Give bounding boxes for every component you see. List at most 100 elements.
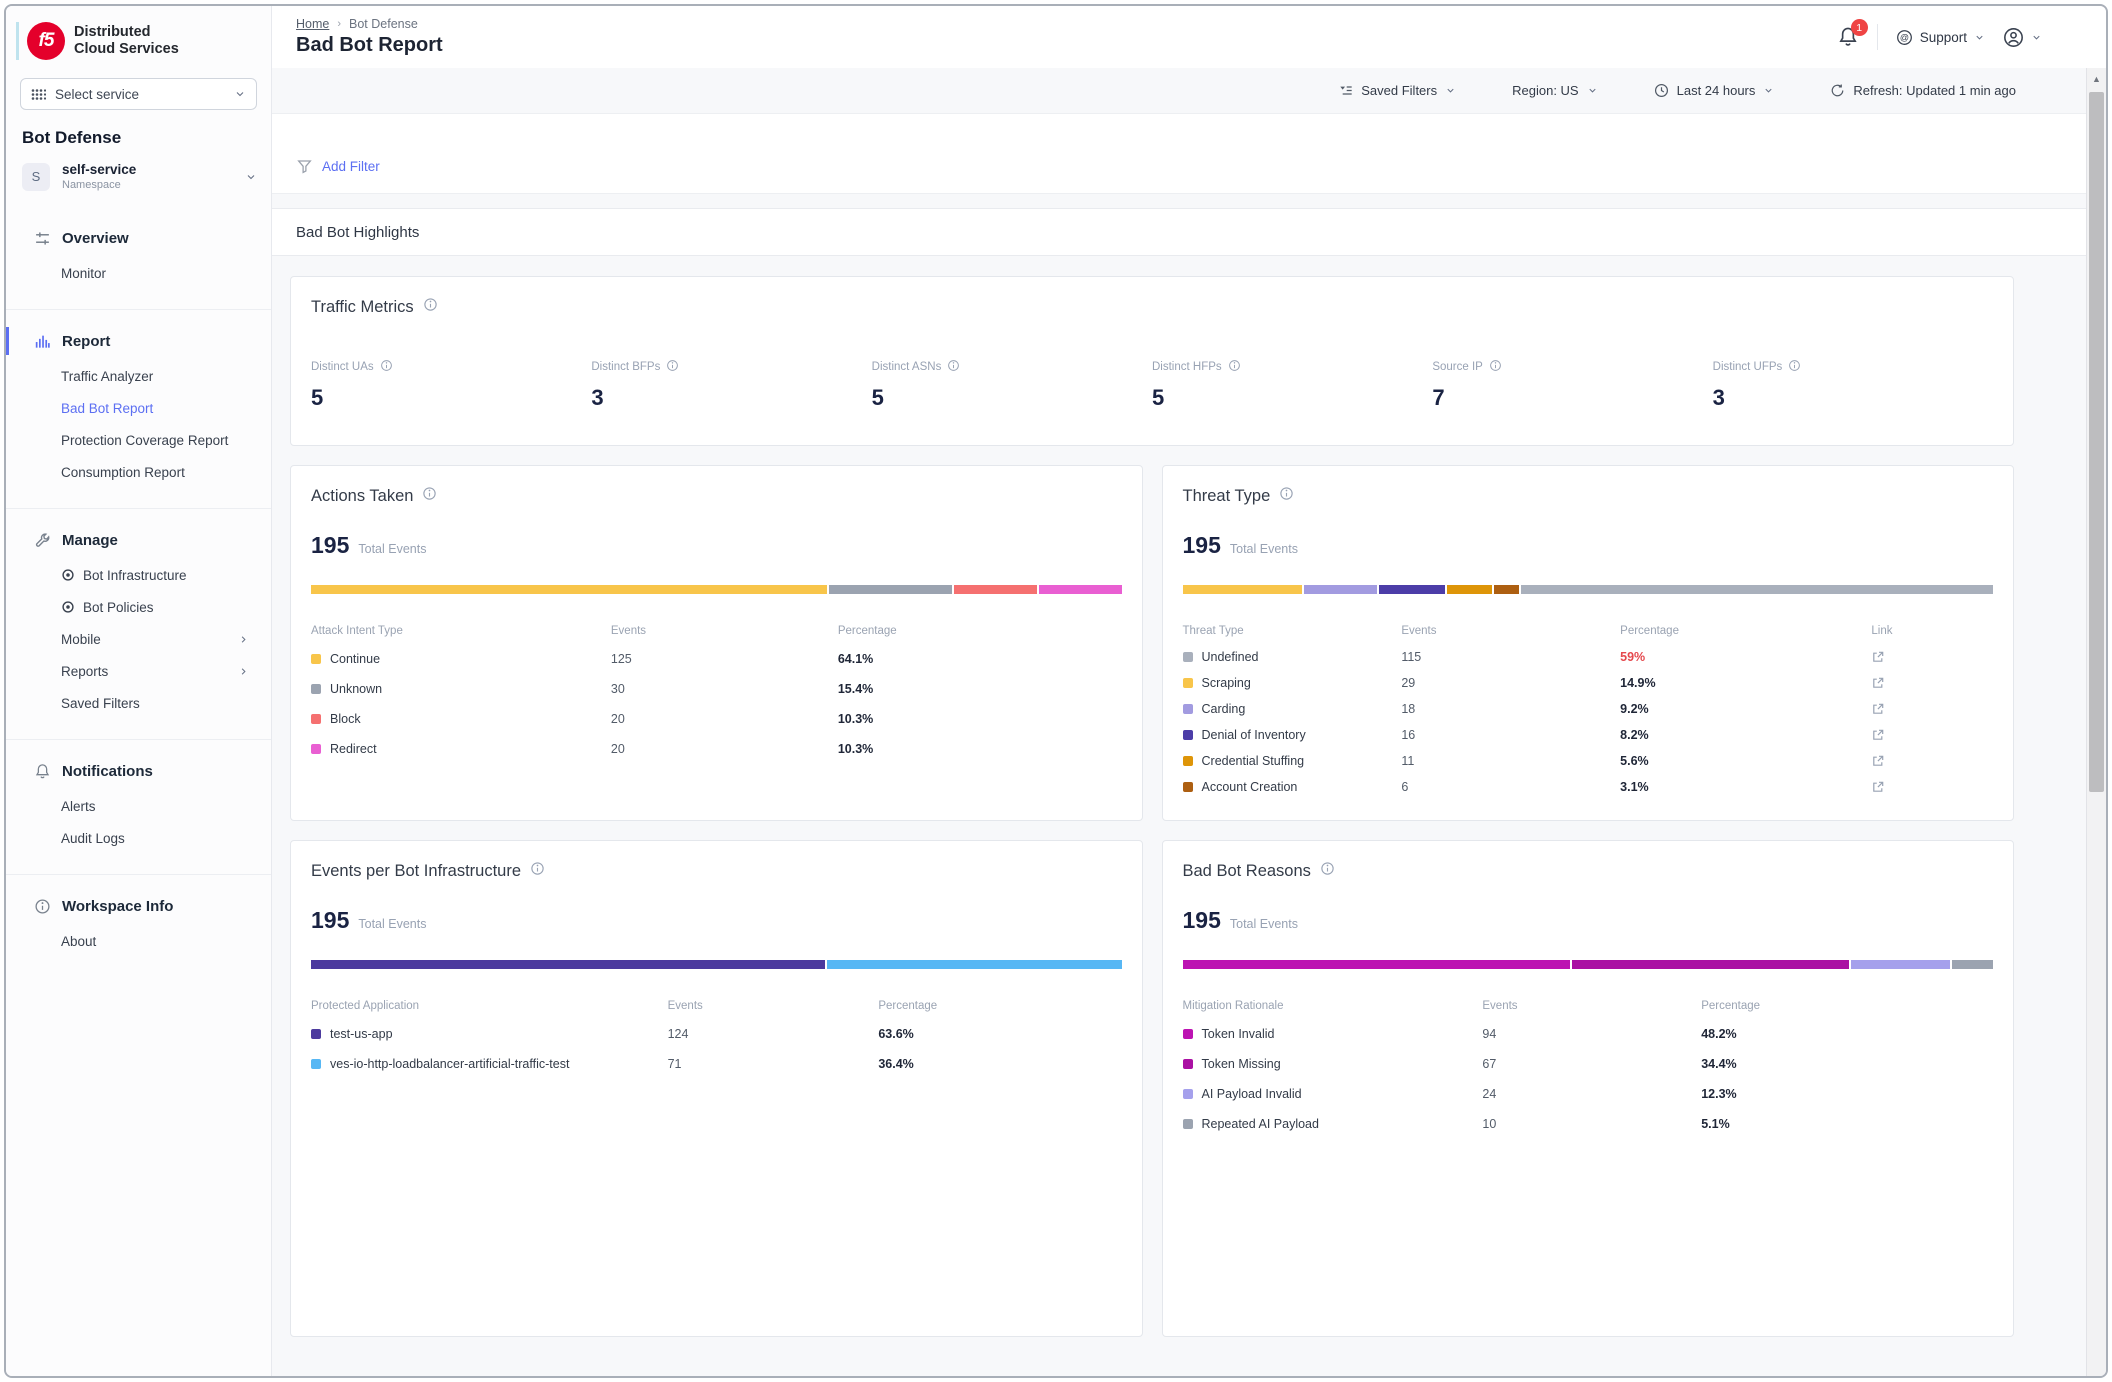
sidebar-item-alerts[interactable]: Alerts: [6, 790, 271, 822]
total-events-label: Total Events: [358, 917, 426, 931]
row-percentage: 3.1%: [1620, 780, 1871, 794]
info-icon[interactable]: [666, 359, 679, 375]
sidebar-item-protection-coverage-report[interactable]: Protection Coverage Report: [6, 424, 271, 456]
info-icon[interactable]: [1788, 359, 1801, 375]
sidebar-item-bot-infrastructure[interactable]: Bot Infrastructure: [6, 559, 271, 591]
info-icon[interactable]: [1489, 359, 1502, 375]
notification-badge: 1: [1851, 19, 1868, 36]
sidebar-item-bad-bot-report[interactable]: Bad Bot Report: [6, 392, 271, 424]
metric-label: Distinct HFPs: [1152, 361, 1222, 373]
info-icon[interactable]: [947, 359, 960, 375]
legend-color-chip: [1183, 1029, 1193, 1039]
row-events: 124: [668, 1027, 879, 1041]
sidebar-divider: [6, 739, 271, 740]
bar-segment-account-creation: [1494, 585, 1519, 594]
table-row-continue: Continue 125 64.1%: [311, 644, 1122, 674]
metric-source-ip: Source IP 7: [1432, 359, 1712, 411]
metric-value: 3: [1713, 385, 1993, 411]
section-title: Bad Bot Highlights: [272, 208, 2106, 256]
notifications-icon: [33, 763, 51, 780]
account-menu[interactable]: [2003, 27, 2042, 48]
breadcrumb: Home › Bot Defense: [296, 17, 443, 31]
row-label: Carding: [1202, 702, 1246, 716]
table-row-token-missing: Token Missing 67 34.4%: [1183, 1049, 1994, 1079]
metric-distinct-uas: Distinct UAs 5: [311, 359, 591, 411]
region-dropdown[interactable]: Region: US: [1512, 83, 1597, 98]
metric-label: Distinct UAs: [311, 361, 374, 373]
legend-color-chip: [311, 654, 321, 664]
sidebar-item-traffic-analyzer[interactable]: Traffic Analyzer: [6, 360, 271, 392]
row-label: Account Creation: [1202, 780, 1298, 794]
row-events: 71: [668, 1057, 879, 1071]
metric-label: Source IP: [1432, 361, 1483, 373]
row-label: Denial of Inventory: [1202, 728, 1306, 742]
row-label: Token Invalid: [1202, 1027, 1275, 1041]
table-row-scraping: Scraping 29 14.9%: [1183, 670, 1994, 696]
row-events: 94: [1482, 1027, 1701, 1041]
row-events: 10: [1482, 1117, 1701, 1131]
card-actions-taken: Actions Taken 195 Total Events Attack In…: [290, 465, 1143, 821]
info-icon[interactable]: [423, 297, 438, 317]
table-header: Protected ApplicationEventsPercentage: [311, 993, 1122, 1019]
table-row-token-invalid: Token Invalid 94 48.2%: [1183, 1019, 1994, 1049]
notifications-bell-button[interactable]: 1: [1837, 26, 1859, 48]
sidebar-item-mobile[interactable]: Mobile: [6, 623, 271, 655]
sidebar-item-monitor[interactable]: Monitor: [6, 257, 271, 289]
info-icon[interactable]: [1279, 486, 1294, 506]
saved-filters-label: Saved Filters: [1361, 83, 1437, 98]
row-events: 6: [1401, 780, 1620, 794]
saved-filters-dropdown[interactable]: Saved Filters: [1339, 83, 1456, 98]
stacked-bar-chart: [311, 960, 1122, 969]
external-link-icon[interactable]: [1871, 754, 1993, 768]
row-percentage: 8.2%: [1620, 728, 1871, 742]
time-range-dropdown[interactable]: Last 24 hours: [1654, 83, 1775, 98]
legend-color-chip: [311, 1059, 321, 1069]
total-events-value: 195: [1183, 532, 1221, 559]
refresh-button[interactable]: Refresh: Updated 1 min ago: [1830, 83, 2016, 98]
sidebar-item-audit-logs[interactable]: Audit Logs: [6, 822, 271, 854]
support-menu[interactable]: @ Support: [1896, 29, 1985, 46]
breadcrumb-home-link[interactable]: Home: [296, 17, 329, 31]
scrollbar-thumb[interactable]: [2089, 92, 2104, 792]
sidebar-item-reports[interactable]: Reports: [6, 655, 271, 687]
sidebar-section-overview: Overview Monitor: [6, 215, 271, 301]
sidebar-item-consumption-report[interactable]: Consumption Report: [6, 456, 271, 488]
scrollbar-up-button[interactable]: ▲: [2087, 68, 2106, 90]
namespace-selector[interactable]: S self-service Namespace: [6, 154, 271, 201]
external-link-icon[interactable]: [1871, 650, 1993, 664]
grid-icon: [31, 88, 46, 101]
sidebar-item-saved-filters[interactable]: Saved Filters: [6, 687, 271, 719]
namespace-name: self-service: [62, 162, 136, 177]
logo-accent-line: [16, 22, 19, 60]
bar-segment-denial-of-inventory: [1379, 585, 1445, 594]
breakdown-table: Mitigation RationaleEventsPercentage Tok…: [1183, 993, 1994, 1139]
add-filter-button[interactable]: Add Filter: [296, 158, 380, 175]
external-link-icon[interactable]: [1871, 728, 1993, 742]
table-header: Attack Intent TypeEventsPercentage: [311, 618, 1122, 644]
info-icon[interactable]: [1320, 861, 1335, 881]
info-icon[interactable]: [380, 359, 393, 375]
support-label: Support: [1920, 30, 1967, 45]
external-link-icon[interactable]: [1871, 780, 1993, 794]
bar-segment-repeated-ai-payload: [1952, 960, 1993, 969]
row-label: Continue: [330, 652, 380, 666]
info-icon[interactable]: [530, 861, 545, 881]
info-icon[interactable]: [1228, 359, 1241, 375]
external-link-icon[interactable]: [1871, 702, 1993, 716]
sidebar-item-about[interactable]: About: [6, 925, 271, 957]
column-header-attack-intent-type: Attack Intent Type: [311, 625, 611, 637]
vertical-scrollbar[interactable]: ▲: [2086, 68, 2106, 1376]
row-label: Repeated AI Payload: [1202, 1117, 1319, 1131]
row-events: 24: [1482, 1087, 1701, 1101]
external-link-icon[interactable]: [1871, 676, 1993, 690]
bar-segment-block: [954, 585, 1037, 594]
info-icon[interactable]: [422, 486, 437, 506]
overview-icon: [33, 230, 51, 247]
metric-distinct-hfps: Distinct HFPs 5: [1152, 359, 1432, 411]
sidebar-item-bot-policies[interactable]: Bot Policies: [6, 591, 271, 623]
column-header-mitigation-rationale: Mitigation Rationale: [1183, 1000, 1483, 1012]
service-selector[interactable]: Select service: [20, 78, 257, 110]
card-title: Actions Taken: [311, 487, 413, 506]
card-threat-type: Threat Type 195 Total Events Threat Type…: [1162, 465, 2015, 821]
metric-distinct-ufps: Distinct UFPs 3: [1713, 359, 1993, 411]
